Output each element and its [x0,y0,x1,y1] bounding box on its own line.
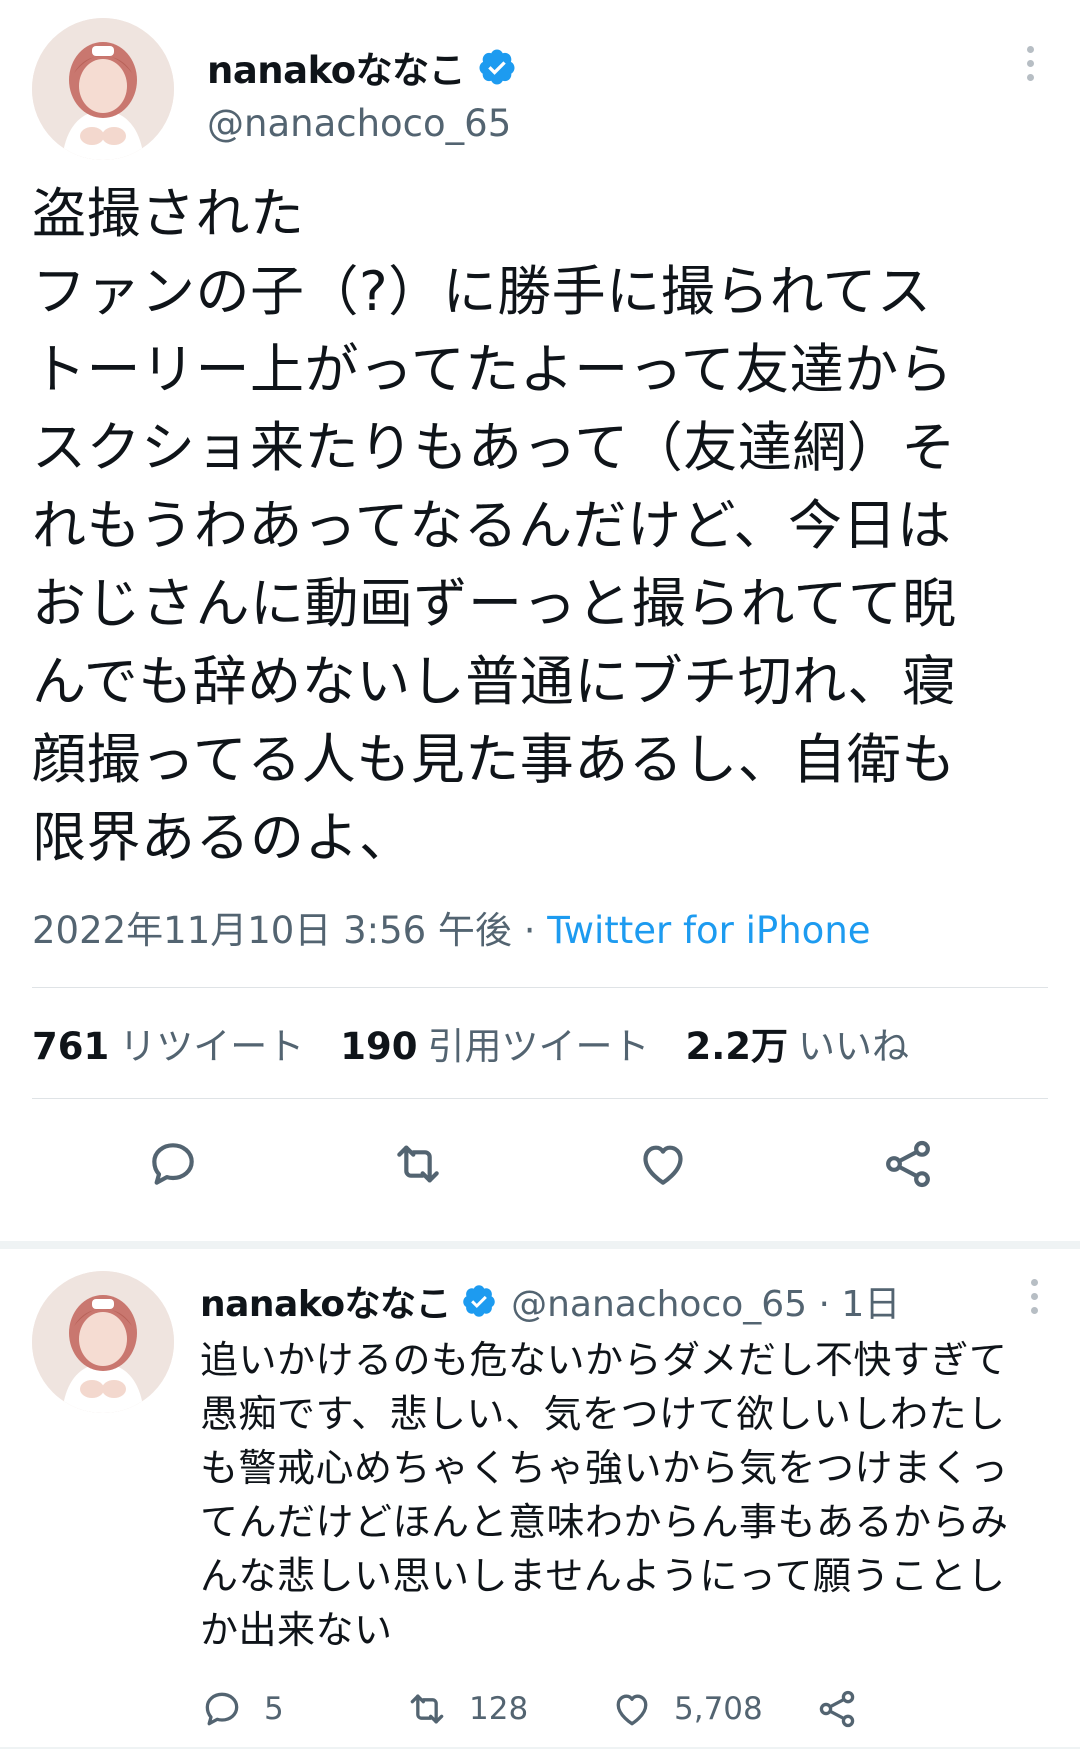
main-tweet: nanakoななこ @nanachoco_65 盗撮された ファンの子（?）に勝… [0,0,1080,1229]
quotes-label: 引用ツイート [427,1025,650,1068]
tweet-actions [0,1099,1080,1229]
reply-text: 追いかけるのも危ないからダメだし不快すぎて 愚痴です、悲しい、気をつけて欲しいし… [200,1338,1009,1652]
more-icon[interactable] [1024,46,1036,82]
reply-icon[interactable] [145,1136,201,1192]
reply-tweet[interactable]: nanakoななこ @nanachoco_65 · 1日 追いかけるのも危ないか… [0,1249,1080,1749]
likes-count: 2.2万 [685,1025,789,1068]
reply-author-name[interactable]: nanakoななこ [200,1275,452,1327]
reply-like-count: 5,708 [674,1691,763,1727]
section-separator [0,1241,1080,1249]
retweets-count: 761 [32,1025,110,1068]
reply-content: nanakoななこ @nanachoco_65 · 1日 追いかけるのも危ないか… [200,1275,1046,1731]
verified-badge-icon [463,1285,495,1317]
tweet-stats: 761 リツイート 190 引用ツイート 2.2万 いいね [0,988,1080,1098]
avatar[interactable] [32,18,174,160]
like-icon[interactable] [635,1136,691,1192]
author-handle[interactable]: @nanachoco_65 [207,102,511,145]
reply-avatar[interactable] [32,1271,174,1413]
tweet-header: nanakoななこ @nanachoco_65 [0,0,1080,165]
reply-handle-time[interactable]: @nanachoco_65 · 1日 [511,1275,900,1327]
reply-retweet-count: 128 [469,1691,529,1727]
likes-stat[interactable]: 2.2万 いいね [685,1016,909,1070]
tweet-text: 盗撮された ファンの子（?）に勝手に撮られてス トーリー上がってたよーって友達か… [32,182,957,869]
author-name[interactable]: nanakoななこ [207,40,466,94]
author-name-row: nanakoななこ [207,40,517,94]
verified-badge-icon [479,49,515,85]
quotes-stat[interactable]: 190 引用ツイート [340,1016,649,1070]
retweets-label: リツイート [119,1025,305,1068]
retweet-icon[interactable] [390,1136,446,1192]
share-icon[interactable] [880,1136,936,1192]
meta-separator: · [523,909,536,952]
tweet-meta: 2022年11月10日 3:56 午後 · Twitter for iPhone [0,897,1080,965]
quotes-count: 190 [340,1025,418,1068]
likes-label: いいね [798,1025,910,1068]
tweet-timestamp[interactable]: 2022年11月10日 3:56 午後 [32,909,512,952]
reply-header: nanakoななこ @nanachoco_65 · 1日 [200,1275,1046,1327]
reply-reply-count: 5 [264,1691,284,1727]
tweet-source[interactable]: Twitter for iPhone [547,909,870,952]
retweets-stat[interactable]: 761 リツイート [32,1016,304,1070]
